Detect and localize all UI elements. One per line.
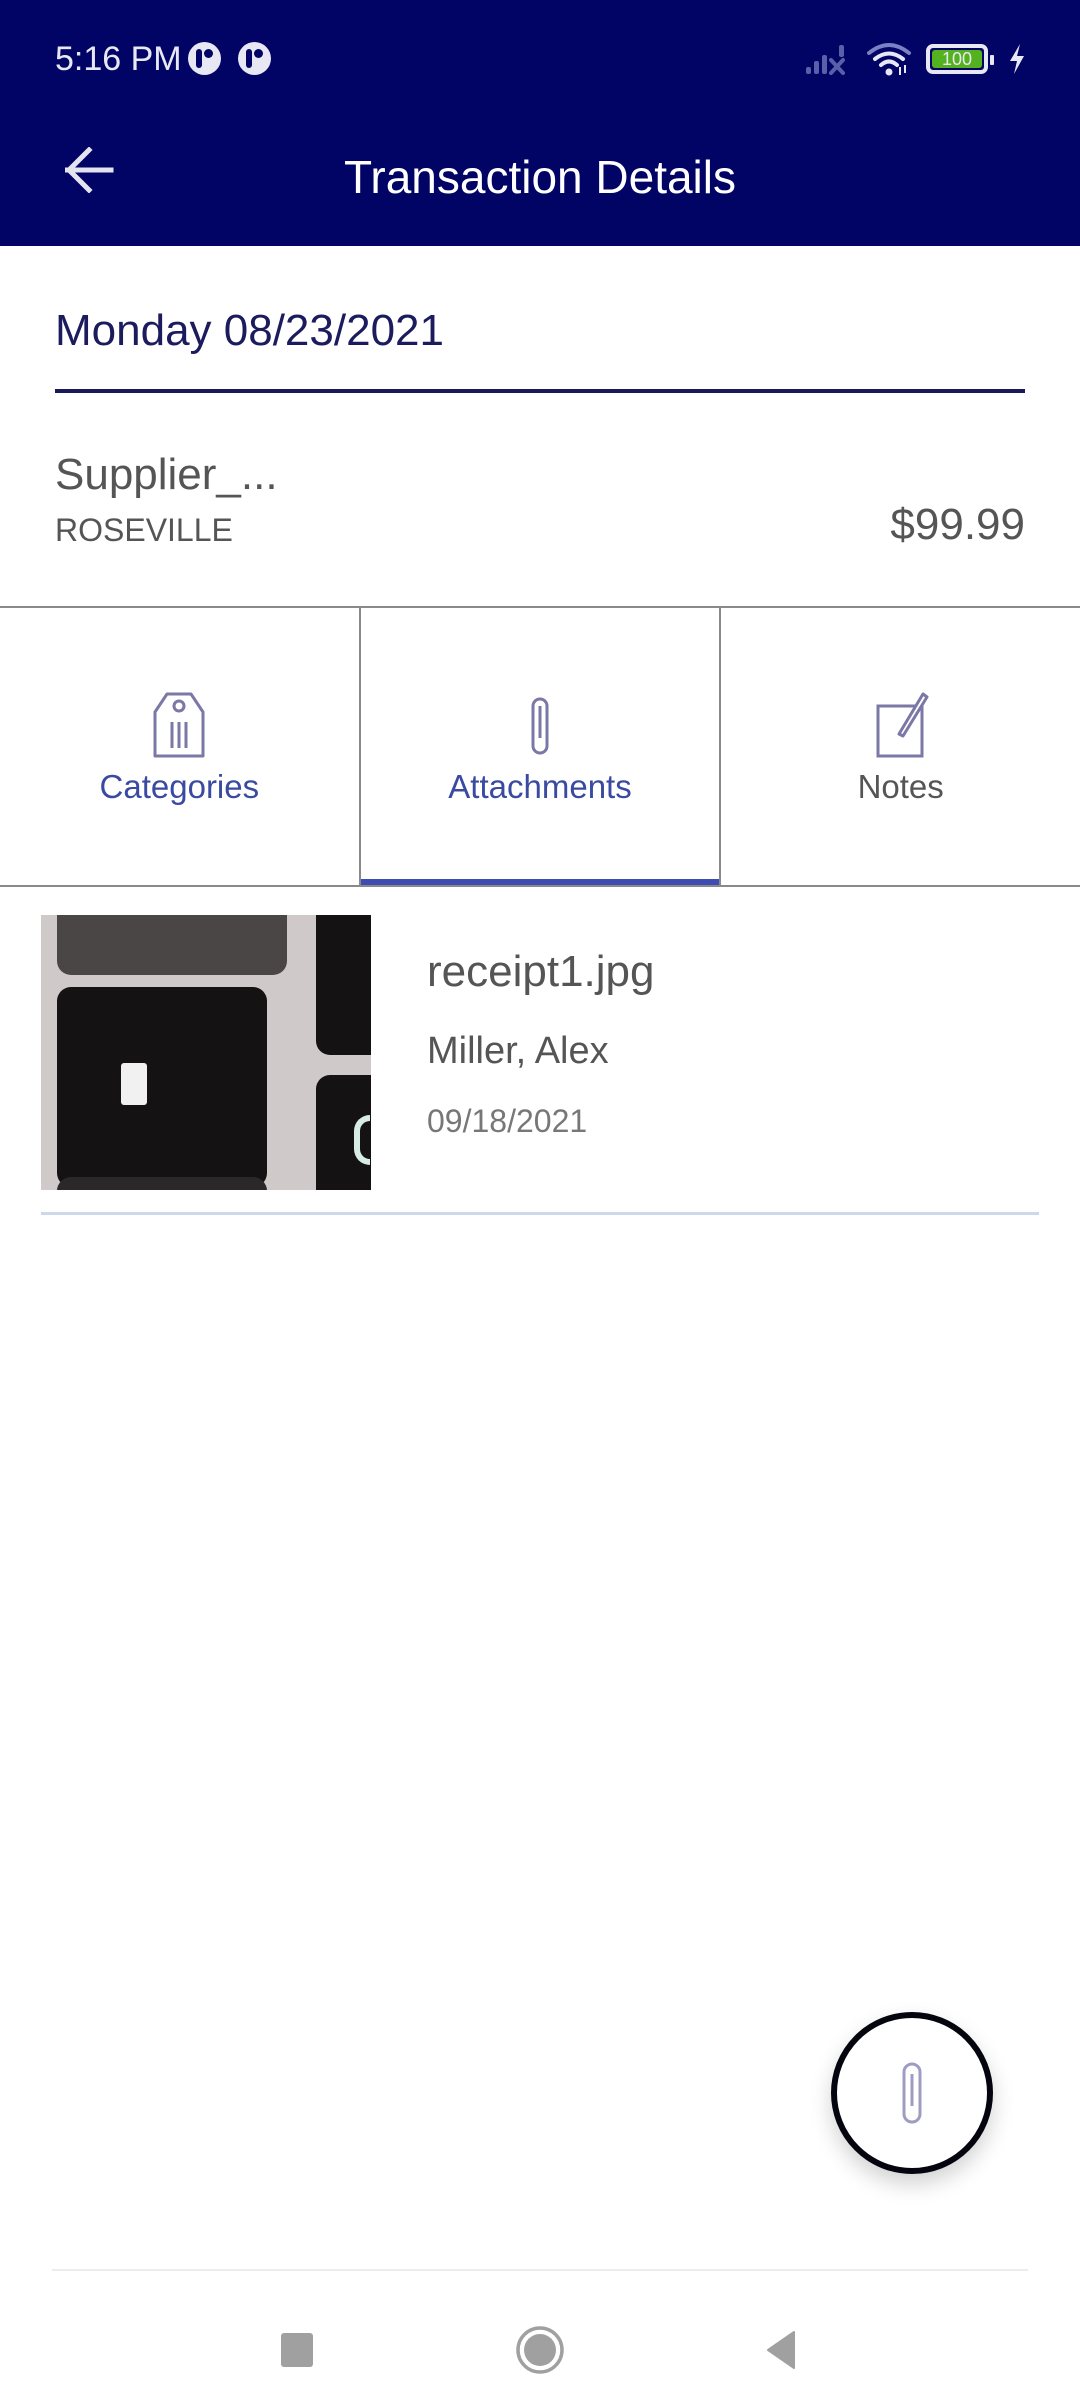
detail-tabs: Categories Attachments Notes <box>0 606 1080 887</box>
transaction-date-field[interactable]: Monday 08/23/2021 <box>55 300 1025 393</box>
tab-attachments[interactable]: Attachments <box>358 608 720 885</box>
recents-button[interactable] <box>257 2310 337 2390</box>
tag-icon <box>153 692 205 758</box>
paperclip-icon <box>902 2062 922 2124</box>
attachment-list-item[interactable]: receipt1.jpg Miller, Alex 09/18/2021 <box>41 915 1039 1215</box>
app-notification-icon <box>238 42 271 75</box>
status-time: 5:16 PM <box>55 40 182 78</box>
supplier-name: Supplier_... <box>55 450 278 499</box>
system-back-button[interactable] <box>740 2310 820 2390</box>
app-header: 5:16 PM 100 Transaction Details <box>0 0 1080 246</box>
back-triangle-icon <box>767 2331 795 2369</box>
tab-label: Categories <box>99 768 260 805</box>
battery-level: 100 <box>932 50 982 68</box>
recents-square-icon <box>281 2333 313 2367</box>
list-divider <box>41 1212 1039 1215</box>
page-title: Transaction Details <box>343 151 736 203</box>
transaction-summary: Supplier_... ROSEVILLE $99.99 <box>0 420 1080 606</box>
attachment-author: Miller, Alex <box>427 1030 609 1072</box>
tab-label: Attachments <box>448 768 632 805</box>
system-nav-bar <box>0 2300 1080 2400</box>
home-circle-icon <box>516 2326 564 2374</box>
nav-divider <box>52 2269 1028 2271</box>
transaction-amount: $99.99 <box>890 500 1025 549</box>
home-button[interactable] <box>500 2310 580 2390</box>
note-edit-icon <box>876 692 929 758</box>
transaction-date: Monday 08/23/2021 <box>55 306 444 355</box>
status-notifications <box>188 42 271 75</box>
status-icons: 100 <box>804 42 1026 76</box>
attachment-thumbnail <box>41 915 371 1190</box>
signal-icon <box>806 45 845 75</box>
tab-categories[interactable]: Categories <box>0 608 359 885</box>
attachment-date: 09/18/2021 <box>427 1103 588 1139</box>
wifi-icon <box>867 43 911 76</box>
charging-icon <box>1010 44 1024 74</box>
battery-icon: 100 <box>926 44 994 74</box>
add-attachment-button[interactable] <box>831 2012 993 2174</box>
paperclip-icon <box>531 697 549 755</box>
supplier-city: ROSEVILLE <box>55 512 233 548</box>
app-notification-icon <box>188 42 221 75</box>
attachment-file-name: receipt1.jpg <box>427 947 655 996</box>
tab-label: Notes <box>857 768 944 805</box>
tab-notes[interactable]: Notes <box>719 608 1080 885</box>
